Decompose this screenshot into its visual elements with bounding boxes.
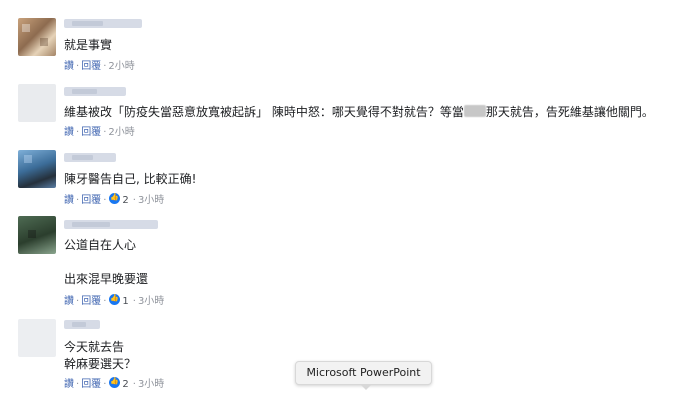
comment-text: 維基被改「防疫失當惡意放寬被起訴」 陳時中怒：哪天覺得不對就告？等當 那天就告，告…	[64, 103, 654, 121]
comment-meta: 讚·回覆·2·3小時	[64, 376, 164, 392]
reply-link[interactable]: 回覆	[81, 61, 101, 72]
comment-text-part: 維基被改「防疫失當惡意放寬被起訴」 陳時中怒：哪天覺得不對就告？等當	[64, 105, 464, 119]
comment-text: 幹麻要選天？	[64, 357, 137, 371]
reply-link[interactable]: 回覆	[81, 379, 101, 390]
like-link[interactable]: 讚	[64, 195, 74, 206]
timestamp[interactable]: 3小時	[138, 195, 164, 206]
timestamp[interactable]: 3小時	[138, 296, 164, 307]
commenter-name[interactable]	[64, 19, 142, 28]
reply-link[interactable]: 回覆	[81, 296, 101, 307]
comment-meta: 讚 · 回覆 · 2小時	[64, 61, 135, 72]
comment-meta: 讚·回覆·2·3小時	[64, 192, 164, 208]
commenter-name[interactable]	[64, 87, 126, 96]
commenter-name[interactable]	[64, 220, 158, 229]
comment-text: 公道自在人心	[64, 238, 137, 252]
reaction-count[interactable]: 2	[122, 195, 130, 206]
commenter-name[interactable]	[64, 153, 116, 162]
timestamp[interactable]: 3小時	[138, 379, 164, 390]
comment-meta: 讚·回覆·1·3小時	[64, 293, 164, 309]
like-link[interactable]: 讚	[64, 296, 74, 307]
like-reaction-icon[interactable]	[109, 376, 121, 388]
like-reaction-icon[interactable]	[109, 293, 121, 305]
avatar[interactable]	[18, 18, 56, 56]
like-link[interactable]: 讚	[64, 127, 74, 138]
reply-link[interactable]: 回覆	[81, 127, 101, 138]
avatar[interactable]	[18, 150, 56, 188]
like-link[interactable]: 讚	[64, 379, 74, 390]
comment-text-part: 那天就告，告死維基讓他關門。	[485, 105, 654, 119]
comment-thread: 就是事實 讚 · 回覆 · 2小時 維基被改「防疫失當惡意放寬被起訴」 陳時中怒：哪天覺…	[0, 0, 679, 394]
reaction-count[interactable]: 2	[122, 379, 130, 390]
dock-tooltip: Microsoft PowerPoint	[295, 361, 432, 390]
comment-text: 出來混早晚要還	[64, 272, 149, 286]
comment-text: 就是事實	[64, 38, 113, 52]
reaction-count[interactable]: 1	[122, 296, 130, 307]
comment-text: 今天就去告	[64, 340, 125, 354]
commenter-name[interactable]	[64, 320, 100, 329]
like-link[interactable]: 讚	[64, 61, 74, 72]
avatar[interactable]	[18, 84, 56, 122]
reply-link[interactable]: 回覆	[81, 195, 101, 206]
avatar[interactable]	[18, 319, 56, 357]
like-reaction-icon[interactable]	[109, 192, 121, 204]
comment-meta: 讚 · 回覆 · 2小時	[64, 127, 135, 138]
censored-blur	[463, 105, 486, 117]
comment-text: 陳牙醫告自己, 比較正确!	[64, 172, 197, 186]
timestamp[interactable]: 2小時	[108, 61, 134, 72]
timestamp[interactable]: 2小時	[108, 127, 134, 138]
avatar[interactable]	[18, 216, 56, 254]
